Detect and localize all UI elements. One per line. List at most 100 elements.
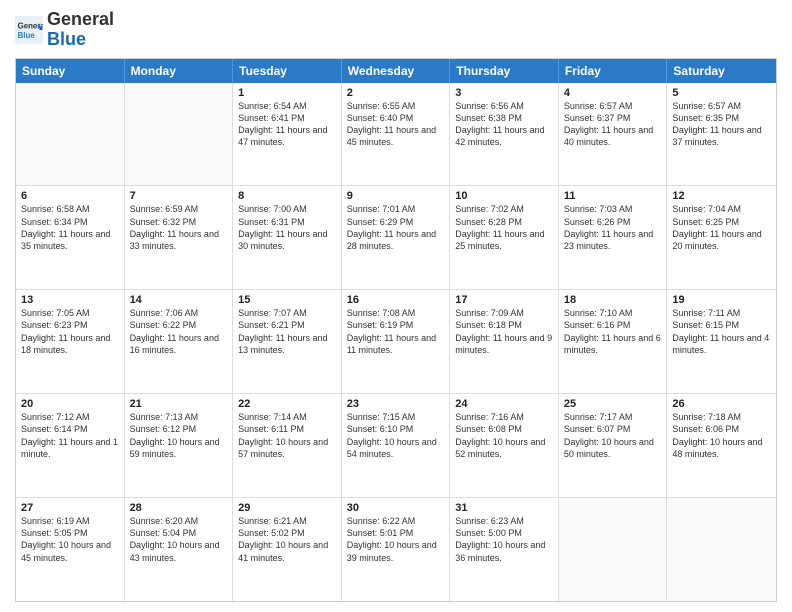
calendar-header: SundayMondayTuesdayWednesdayThursdayFrid… [16,59,776,83]
day-number: 31 [455,502,553,514]
cal-cell: 1Sunrise: 6:54 AM Sunset: 6:41 PM Daylig… [233,83,342,186]
cal-cell: 24Sunrise: 7:16 AM Sunset: 6:08 PM Dayli… [450,394,559,497]
cal-cell: 21Sunrise: 7:13 AM Sunset: 6:12 PM Dayli… [125,394,234,497]
day-number: 4 [564,87,662,99]
day-info: Sunrise: 7:11 AM Sunset: 6:15 PM Dayligh… [672,307,771,356]
cal-week-3: 20Sunrise: 7:12 AM Sunset: 6:14 PM Dayli… [16,393,776,497]
day-info: Sunrise: 7:16 AM Sunset: 6:08 PM Dayligh… [455,411,553,460]
day-number: 13 [21,294,119,306]
cal-cell: 9Sunrise: 7:01 AM Sunset: 6:29 PM Daylig… [342,186,451,289]
cal-cell: 26Sunrise: 7:18 AM Sunset: 6:06 PM Dayli… [667,394,776,497]
day-info: Sunrise: 6:56 AM Sunset: 6:38 PM Dayligh… [455,100,553,149]
day-number: 30 [347,502,445,514]
cal-header-saturday: Saturday [667,59,776,83]
cal-cell [125,83,234,186]
day-info: Sunrise: 7:03 AM Sunset: 6:26 PM Dayligh… [564,203,662,252]
day-info: Sunrise: 6:23 AM Sunset: 5:00 PM Dayligh… [455,515,553,564]
cal-cell: 11Sunrise: 7:03 AM Sunset: 6:26 PM Dayli… [559,186,668,289]
logo: General Blue General Blue [15,10,114,50]
svg-text:Blue: Blue [18,31,36,40]
cal-cell: 7Sunrise: 6:59 AM Sunset: 6:32 PM Daylig… [125,186,234,289]
calendar-body: 1Sunrise: 6:54 AM Sunset: 6:41 PM Daylig… [16,83,776,601]
cal-cell: 19Sunrise: 7:11 AM Sunset: 6:15 PM Dayli… [667,290,776,393]
day-info: Sunrise: 7:10 AM Sunset: 6:16 PM Dayligh… [564,307,662,356]
day-info: Sunrise: 6:21 AM Sunset: 5:02 PM Dayligh… [238,515,336,564]
day-info: Sunrise: 6:57 AM Sunset: 6:35 PM Dayligh… [672,100,771,149]
cal-header-monday: Monday [125,59,234,83]
cal-cell [16,83,125,186]
day-info: Sunrise: 6:19 AM Sunset: 5:05 PM Dayligh… [21,515,119,564]
cal-header-friday: Friday [559,59,668,83]
cal-week-1: 6Sunrise: 6:58 AM Sunset: 6:34 PM Daylig… [16,185,776,289]
cal-cell: 13Sunrise: 7:05 AM Sunset: 6:23 PM Dayli… [16,290,125,393]
day-number: 17 [455,294,553,306]
day-info: Sunrise: 7:02 AM Sunset: 6:28 PM Dayligh… [455,203,553,252]
cal-cell: 2Sunrise: 6:55 AM Sunset: 6:40 PM Daylig… [342,83,451,186]
cal-header-thursday: Thursday [450,59,559,83]
day-info: Sunrise: 7:15 AM Sunset: 6:10 PM Dayligh… [347,411,445,460]
day-number: 12 [672,190,771,202]
cal-cell: 28Sunrise: 6:20 AM Sunset: 5:04 PM Dayli… [125,498,234,601]
day-info: Sunrise: 7:06 AM Sunset: 6:22 PM Dayligh… [130,307,228,356]
day-number: 14 [130,294,228,306]
cal-cell [559,498,668,601]
day-info: Sunrise: 7:17 AM Sunset: 6:07 PM Dayligh… [564,411,662,460]
day-number: 10 [455,190,553,202]
day-number: 22 [238,398,336,410]
day-info: Sunrise: 7:04 AM Sunset: 6:25 PM Dayligh… [672,203,771,252]
day-info: Sunrise: 6:57 AM Sunset: 6:37 PM Dayligh… [564,100,662,149]
day-number: 29 [238,502,336,514]
cal-cell: 15Sunrise: 7:07 AM Sunset: 6:21 PM Dayli… [233,290,342,393]
cal-cell: 25Sunrise: 7:17 AM Sunset: 6:07 PM Dayli… [559,394,668,497]
cal-cell: 29Sunrise: 6:21 AM Sunset: 5:02 PM Dayli… [233,498,342,601]
cal-cell: 18Sunrise: 7:10 AM Sunset: 6:16 PM Dayli… [559,290,668,393]
header: General Blue General Blue [15,10,777,50]
day-info: Sunrise: 7:05 AM Sunset: 6:23 PM Dayligh… [21,307,119,356]
cal-cell: 16Sunrise: 7:08 AM Sunset: 6:19 PM Dayli… [342,290,451,393]
day-number: 23 [347,398,445,410]
cal-cell: 12Sunrise: 7:04 AM Sunset: 6:25 PM Dayli… [667,186,776,289]
cal-week-2: 13Sunrise: 7:05 AM Sunset: 6:23 PM Dayli… [16,289,776,393]
day-info: Sunrise: 7:00 AM Sunset: 6:31 PM Dayligh… [238,203,336,252]
day-info: Sunrise: 7:13 AM Sunset: 6:12 PM Dayligh… [130,411,228,460]
day-number: 20 [21,398,119,410]
cal-cell: 10Sunrise: 7:02 AM Sunset: 6:28 PM Dayli… [450,186,559,289]
logo-text: General Blue [47,10,114,50]
day-info: Sunrise: 7:08 AM Sunset: 6:19 PM Dayligh… [347,307,445,356]
day-info: Sunrise: 7:07 AM Sunset: 6:21 PM Dayligh… [238,307,336,356]
cal-week-0: 1Sunrise: 6:54 AM Sunset: 6:41 PM Daylig… [16,83,776,186]
day-number: 5 [672,87,771,99]
cal-cell: 8Sunrise: 7:00 AM Sunset: 6:31 PM Daylig… [233,186,342,289]
cal-cell [667,498,776,601]
day-number: 24 [455,398,553,410]
cal-cell: 22Sunrise: 7:14 AM Sunset: 6:11 PM Dayli… [233,394,342,497]
cal-cell: 17Sunrise: 7:09 AM Sunset: 6:18 PM Dayli… [450,290,559,393]
day-number: 6 [21,190,119,202]
day-number: 2 [347,87,445,99]
cal-cell: 20Sunrise: 7:12 AM Sunset: 6:14 PM Dayli… [16,394,125,497]
cal-cell: 30Sunrise: 6:22 AM Sunset: 5:01 PM Dayli… [342,498,451,601]
day-number: 28 [130,502,228,514]
calendar: SundayMondayTuesdayWednesdayThursdayFrid… [15,58,777,602]
cal-cell: 14Sunrise: 7:06 AM Sunset: 6:22 PM Dayli… [125,290,234,393]
cal-cell: 5Sunrise: 6:57 AM Sunset: 6:35 PM Daylig… [667,83,776,186]
day-number: 16 [347,294,445,306]
day-number: 3 [455,87,553,99]
cal-header-sunday: Sunday [16,59,125,83]
day-number: 8 [238,190,336,202]
cal-header-tuesday: Tuesday [233,59,342,83]
day-info: Sunrise: 7:12 AM Sunset: 6:14 PM Dayligh… [21,411,119,460]
day-info: Sunrise: 7:18 AM Sunset: 6:06 PM Dayligh… [672,411,771,460]
day-number: 11 [564,190,662,202]
day-number: 27 [21,502,119,514]
day-number: 25 [564,398,662,410]
day-number: 15 [238,294,336,306]
day-number: 19 [672,294,771,306]
day-info: Sunrise: 6:58 AM Sunset: 6:34 PM Dayligh… [21,203,119,252]
day-number: 7 [130,190,228,202]
page: General Blue General Blue SundayMondayTu… [0,0,792,612]
cal-cell: 6Sunrise: 6:58 AM Sunset: 6:34 PM Daylig… [16,186,125,289]
cal-cell: 3Sunrise: 6:56 AM Sunset: 6:38 PM Daylig… [450,83,559,186]
day-number: 26 [672,398,771,410]
logo-icon: General Blue [15,16,43,44]
